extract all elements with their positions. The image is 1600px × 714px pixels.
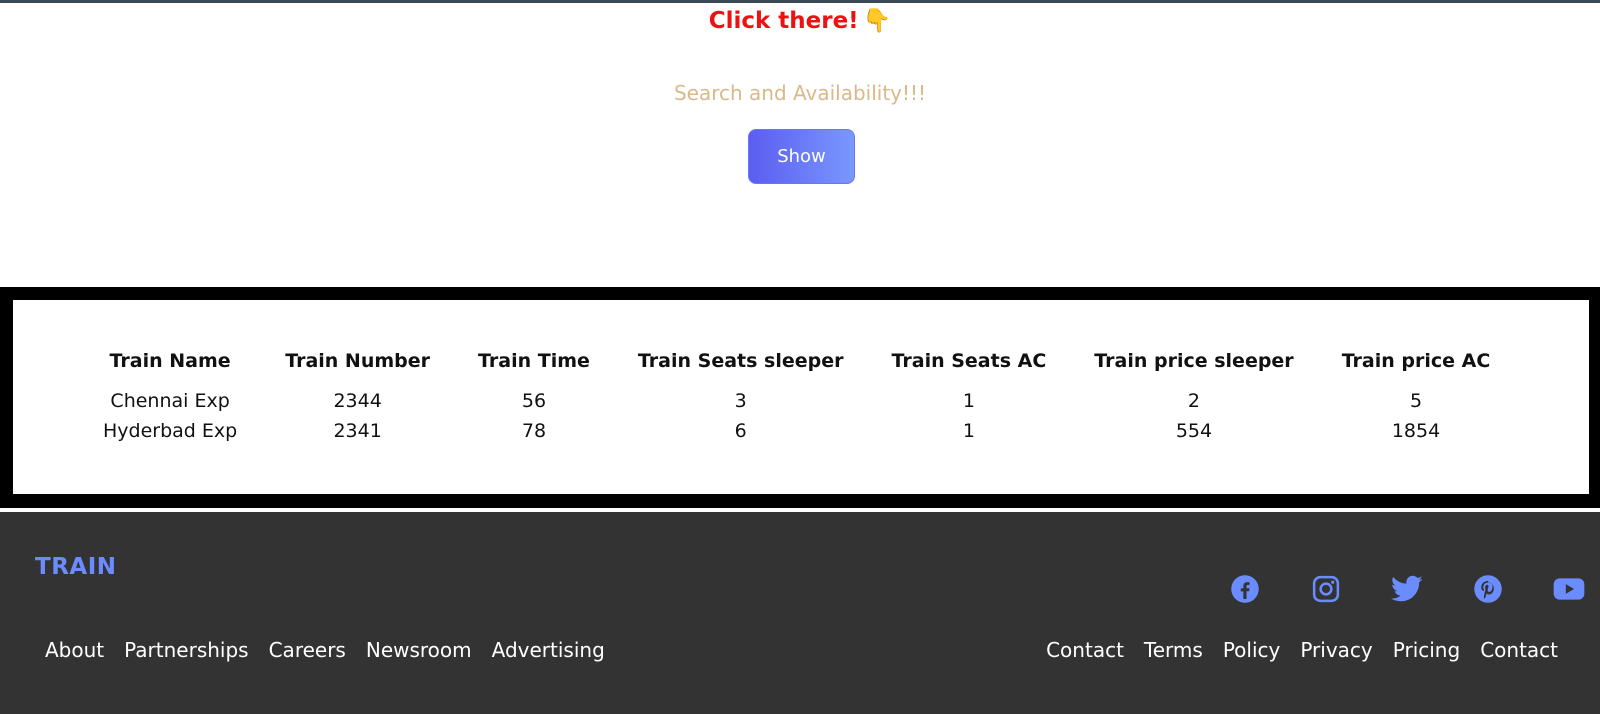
table-cell: 5 [1409, 390, 1423, 412]
column-header: Train Number [285, 350, 431, 372]
footer-link-newsroom[interactable]: Newsroom [356, 638, 482, 662]
facebook-icon[interactable] [1228, 572, 1261, 605]
footer-link-privacy[interactable]: Privacy [1290, 638, 1382, 662]
footer-brand-logo[interactable]: TRAIN [35, 554, 117, 580]
show-button[interactable]: Show [748, 129, 855, 184]
footer-link-terms[interactable]: Terms [1134, 638, 1213, 662]
column-header: Train Seats AC [891, 350, 1047, 372]
table-cell: 78 [521, 420, 547, 442]
column-header: Train price sleeper [1094, 350, 1294, 372]
footer-link-pricing[interactable]: Pricing [1383, 638, 1470, 662]
footer-link-partnerships[interactable]: Partnerships [114, 638, 258, 662]
column-header: Train Seats sleeper [637, 350, 844, 372]
table-cell: 2 [1187, 390, 1201, 412]
pointing-down-icon: 👇 [862, 8, 892, 34]
click-there-heading: Click there! 👇 [0, 7, 1600, 34]
table-cell: 554 [1175, 420, 1213, 442]
footer-nav-right: Contact Terms Policy Privacy Pricing Con… [1036, 638, 1568, 662]
hero-section: Click there! 👇 Search and Availability!!!… [0, 3, 1600, 287]
footer-link-contact-2[interactable]: Contact [1470, 638, 1568, 662]
table-cell: 1 [962, 390, 975, 412]
footer: TRAIN About Partnerships Careers Newsroo… [0, 512, 1600, 714]
footer-link-advertising[interactable]: Advertising [482, 638, 615, 662]
column-header: Train price AC [1341, 350, 1491, 372]
table-cell: 56 [521, 390, 547, 412]
footer-nav-left: About Partnerships Careers Newsroom Adve… [35, 638, 615, 662]
footer-link-about[interactable]: About [35, 638, 114, 662]
train-table: Train Name Train Number Train Time Train… [79, 342, 1514, 446]
click-there-text: Click there! [708, 8, 859, 34]
table-cell: 6 [734, 420, 747, 442]
instagram-icon[interactable] [1309, 572, 1342, 605]
table-cell: 1 [962, 420, 975, 442]
footer-link-contact[interactable]: Contact [1036, 638, 1134, 662]
table-cell: Hyderbad Exp [103, 420, 238, 442]
train-table-frame: Train Name Train Number Train Time Train… [0, 287, 1600, 508]
table-cell: 3 [734, 390, 747, 412]
table-row: Chennai Exp 2344 56 3 1 2 5 [79, 386, 1514, 416]
table-cell: Chennai Exp [110, 390, 230, 412]
table-row: Hyderbad Exp 2341 78 6 1 554 1854 [79, 416, 1514, 446]
train-table-container: Train Name Train Number Train Time Train… [13, 300, 1589, 494]
column-header: Train Name [109, 350, 231, 372]
youtube-icon[interactable] [1552, 572, 1585, 605]
table-header-row: Train Name Train Number Train Time Train… [79, 342, 1514, 386]
social-links [1228, 572, 1585, 605]
table-cell: 2344 [333, 390, 382, 412]
footer-link-careers[interactable]: Careers [259, 638, 356, 662]
table-cell: 2341 [333, 420, 382, 442]
table-cell: 1854 [1391, 420, 1441, 442]
column-header: Train Time [478, 350, 590, 372]
search-availability-title: Search and Availability!!! [673, 81, 927, 105]
footer-link-policy[interactable]: Policy [1213, 638, 1291, 662]
pinterest-icon[interactable] [1471, 572, 1504, 605]
twitter-icon[interactable] [1390, 572, 1423, 605]
